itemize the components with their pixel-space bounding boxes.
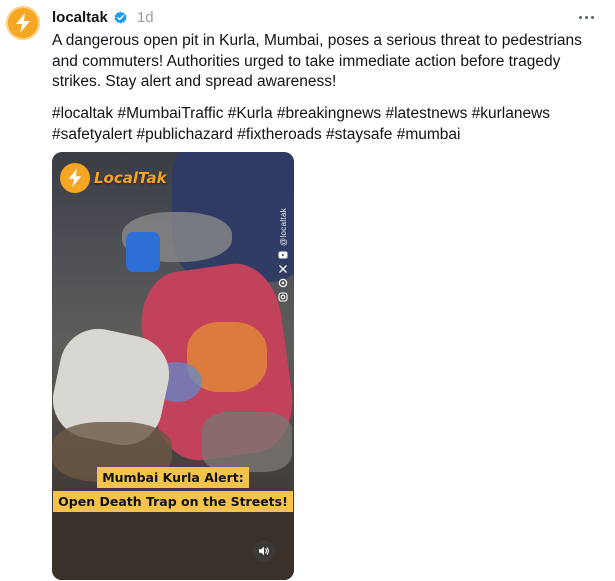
mute-button[interactable]: [253, 540, 275, 562]
caption-line-2: Open Death Trap on the Streets!: [53, 491, 293, 512]
logo-text: LocalTak: [94, 169, 167, 187]
hashtag-link[interactable]: #publichazard: [136, 126, 233, 143]
hashtag-link[interactable]: #fixtheroads: [237, 126, 321, 143]
speaker-icon: [259, 546, 269, 556]
verified-badge-icon: [114, 11, 127, 24]
video-caption: Mumbai Kurla Alert: Open Death Trap on t…: [52, 467, 294, 512]
x-icon: [279, 264, 287, 273]
hashtag-link[interactable]: #mumbai: [397, 126, 461, 143]
hashtag-link[interactable]: #staysafe: [326, 126, 392, 143]
avatar[interactable]: [6, 6, 40, 40]
threads-icon: [278, 278, 288, 288]
hashtag-list: #localtak #MumbaiTraffic #Kurla #breakin…: [52, 104, 600, 145]
social-handle-rail: @localtak: [276, 208, 290, 302]
youtube-icon: [278, 251, 288, 259]
instagram-icon: [278, 292, 288, 302]
hashtag-link[interactable]: #Kurla: [228, 105, 273, 122]
localtak-logo: LocalTak: [60, 163, 167, 193]
hashtag-link[interactable]: #kurlanews: [472, 105, 550, 122]
more-horizontal-icon: [578, 15, 582, 19]
channel-handle: @localtak: [278, 208, 288, 246]
username[interactable]: localtak: [52, 9, 108, 26]
post-card: localtak 1d A dangerous open pit in Kurl…: [0, 0, 615, 581]
lightning-bolt-icon: [68, 169, 82, 187]
video-frame: [52, 152, 294, 580]
lightning-bolt-icon: [16, 13, 30, 33]
hashtag-link[interactable]: #MumbaiTraffic: [118, 105, 224, 122]
hashtag-link[interactable]: #breakingnews: [277, 105, 381, 122]
hashtag-link[interactable]: #safetyalert: [52, 126, 132, 143]
caption-line-1: Mumbai Kurla Alert:: [97, 467, 249, 488]
post-header: localtak 1d: [52, 7, 154, 27]
post-text: A dangerous open pit in Kurla, Mumbai, p…: [52, 32, 582, 90]
video-player[interactable]: LocalTak @localtak Mumbai Kurla Alert: O…: [52, 152, 294, 580]
hashtag-link[interactable]: #localtak: [52, 105, 113, 122]
more-options-button[interactable]: [575, 8, 597, 26]
timestamp: 1d: [136, 8, 154, 26]
hashtag-link[interactable]: #latestnews: [385, 105, 467, 122]
